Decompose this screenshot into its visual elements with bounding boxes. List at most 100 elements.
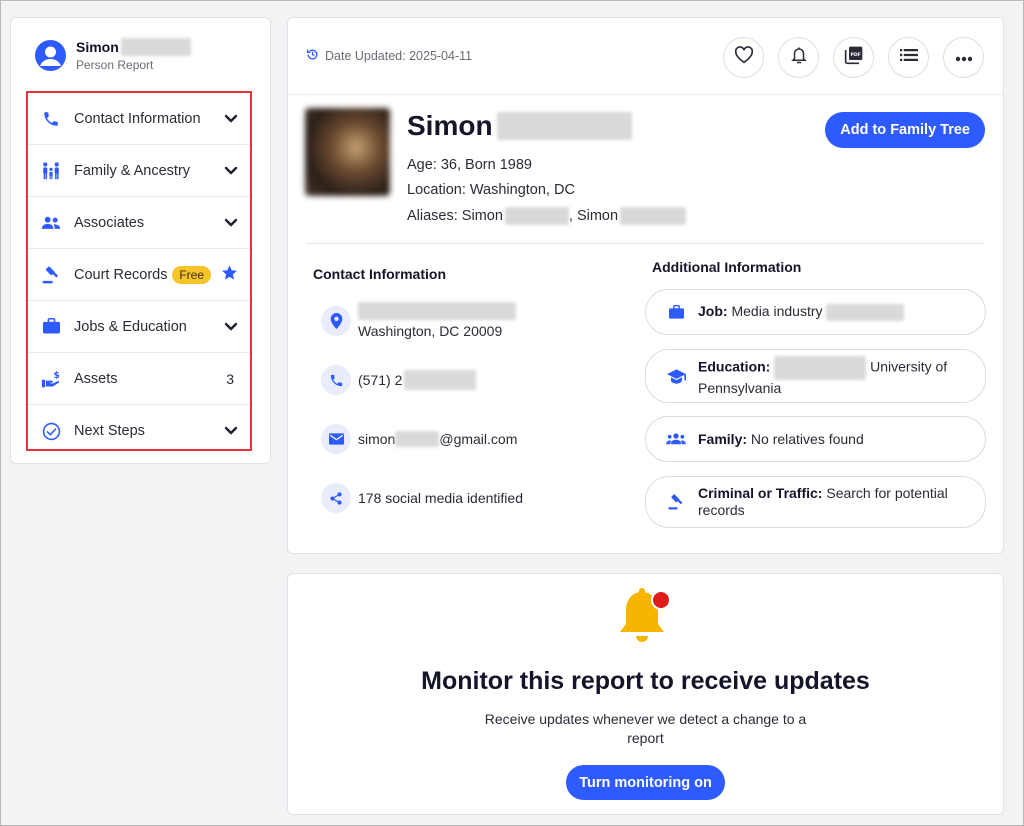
- redacted-job: [826, 303, 905, 321]
- bell-icon: [790, 45, 808, 70]
- gavel-icon: [40, 264, 62, 286]
- criminal-label: Criminal or Traffic:: [698, 485, 823, 501]
- check-circle-icon: [40, 420, 62, 442]
- family-value: No relatives found: [750, 430, 864, 447]
- history-icon: [306, 48, 325, 64]
- section-divider: [306, 243, 985, 244]
- sidebar-item-associates[interactable]: Associates: [28, 197, 250, 249]
- mail-icon: [321, 424, 351, 454]
- star-icon[interactable]: [221, 264, 238, 285]
- family-label: Family:: [698, 430, 748, 447]
- redacted-email: [395, 431, 440, 447]
- people-icon: [666, 433, 686, 445]
- sidebar-nav: Contact Information Family & Ancestry As…: [26, 91, 252, 451]
- redacted-education: [774, 355, 867, 380]
- person-location: Location: Washington, DC: [407, 182, 575, 198]
- address-city: Washington, DC 20009: [358, 323, 503, 339]
- contact-social[interactable]: 178 social media identified: [321, 483, 523, 513]
- education-pill: Education: University of Pennsylvania: [645, 349, 986, 403]
- sidebar-item-jobs-education[interactable]: Jobs & Education: [28, 301, 250, 353]
- redacted-alias: [620, 207, 687, 225]
- sidebar-item-contact-information[interactable]: Contact Information: [28, 93, 250, 145]
- sidebar-item-assets[interactable]: $ Assets 3: [28, 353, 250, 405]
- family-icon: [40, 160, 62, 182]
- redacted-alias: [504, 207, 569, 225]
- free-badge: Free: [172, 265, 211, 284]
- phone-number: (571) 2: [358, 372, 403, 388]
- sidebar-item-label: Assets: [74, 370, 118, 387]
- assets-icon: $: [40, 368, 62, 390]
- person-photo: [305, 108, 390, 196]
- turn-monitoring-on-button[interactable]: Turn monitoring on: [566, 765, 725, 800]
- job-value: Media industry: [731, 303, 823, 320]
- chevron-down-icon[interactable]: [224, 218, 238, 228]
- monitor-card: Monitor this report to receive updates R…: [287, 573, 1004, 815]
- notification-bell-icon: [614, 586, 674, 648]
- report-sidebar: Simon Person Report Contact Information …: [10, 17, 271, 464]
- sidebar-item-next-steps[interactable]: Next Steps: [28, 405, 250, 457]
- favorite-button[interactable]: [723, 37, 764, 78]
- email-suffix: @gmail.com: [439, 431, 518, 447]
- education-value: University of: [870, 358, 948, 375]
- person-aliases: Aliases: Simon , Simon: [407, 207, 687, 225]
- profile-name: Simon: [76, 38, 191, 56]
- criminal-value: Search for potential: [826, 485, 948, 501]
- contact-address: Washington, DC 20009: [321, 302, 516, 339]
- monitor-title: Monitor this report to receive updates: [421, 667, 870, 695]
- family-pill: Family: No relatives found: [645, 416, 986, 462]
- job-label: Job:: [698, 303, 728, 320]
- criminal-traffic-pill[interactable]: Criminal or Traffic: Search for potentia…: [645, 476, 986, 528]
- chevron-down-icon[interactable]: [224, 322, 238, 332]
- sidebar-item-family-ancestry[interactable]: Family & Ancestry: [28, 145, 250, 197]
- sidebar-item-label: Jobs & Education: [74, 318, 187, 335]
- person-name: Simon: [407, 110, 632, 142]
- date-updated-text: Date Updated: 2025-04-11: [325, 49, 473, 63]
- date-updated: Date Updated: 2025-04-11: [306, 48, 472, 64]
- criminal-value-line2: records: [698, 502, 745, 518]
- people-icon: [40, 212, 62, 234]
- job-pill: Job: Media industry: [645, 289, 986, 335]
- phone-icon: [321, 365, 351, 395]
- heart-icon: [734, 46, 754, 69]
- list-view-button[interactable]: [888, 37, 929, 78]
- more-options-button[interactable]: [943, 37, 984, 78]
- contact-information-title: Contact Information: [313, 266, 446, 282]
- chevron-down-icon[interactable]: [224, 114, 238, 124]
- assets-count: 3: [226, 370, 234, 387]
- sidebar-item-label: Next Steps: [74, 423, 145, 439]
- contact-email[interactable]: simon @gmail.com: [321, 424, 517, 454]
- graduation-cap-icon: [666, 368, 686, 384]
- person-age: Age: 36, Born 1989: [407, 157, 532, 173]
- redacted-surname: [120, 38, 191, 56]
- more-horizontal-icon: [955, 49, 973, 67]
- profile-header: Simon Person Report: [35, 38, 191, 72]
- share-icon: [321, 483, 351, 513]
- education-label: Education:: [698, 358, 771, 375]
- chevron-down-icon[interactable]: [224, 426, 238, 436]
- notifications-button[interactable]: [778, 37, 819, 78]
- education-value-line2: Pennsylvania: [698, 379, 782, 396]
- profile-subtitle: Person Report: [76, 58, 154, 72]
- social-count: 178 social media identified: [358, 490, 523, 506]
- redacted-phone: [404, 370, 477, 390]
- briefcase-icon: [666, 304, 686, 320]
- email-prefix: simon: [358, 431, 396, 447]
- svg-text:$: $: [54, 370, 60, 381]
- report-main-card: Date Updated: 2025-04-11 PDF Simon Age: …: [287, 17, 1004, 554]
- svg-text:PDF: PDF: [850, 52, 860, 58]
- sidebar-item-label: Court Records: [74, 266, 168, 283]
- add-to-family-tree-button[interactable]: Add to Family Tree: [825, 112, 985, 148]
- phone-icon: [40, 108, 62, 130]
- chevron-down-icon[interactable]: [224, 166, 238, 176]
- contact-phone[interactable]: (571) 2: [321, 365, 477, 395]
- list-icon: [899, 48, 918, 67]
- sidebar-item-label: Family & Ancestry: [74, 162, 191, 179]
- pdf-download-button[interactable]: PDF: [833, 37, 874, 78]
- avatar-icon: [35, 39, 66, 71]
- pdf-icon: PDF: [844, 45, 864, 70]
- monitor-subtitle: Receive updates whenever we detect a cha…: [484, 711, 807, 746]
- location-pin-icon: [321, 305, 351, 336]
- gavel-icon: [666, 493, 686, 511]
- sidebar-item-court-records[interactable]: Court Records Free: [28, 249, 250, 301]
- briefcase-icon: [40, 316, 62, 338]
